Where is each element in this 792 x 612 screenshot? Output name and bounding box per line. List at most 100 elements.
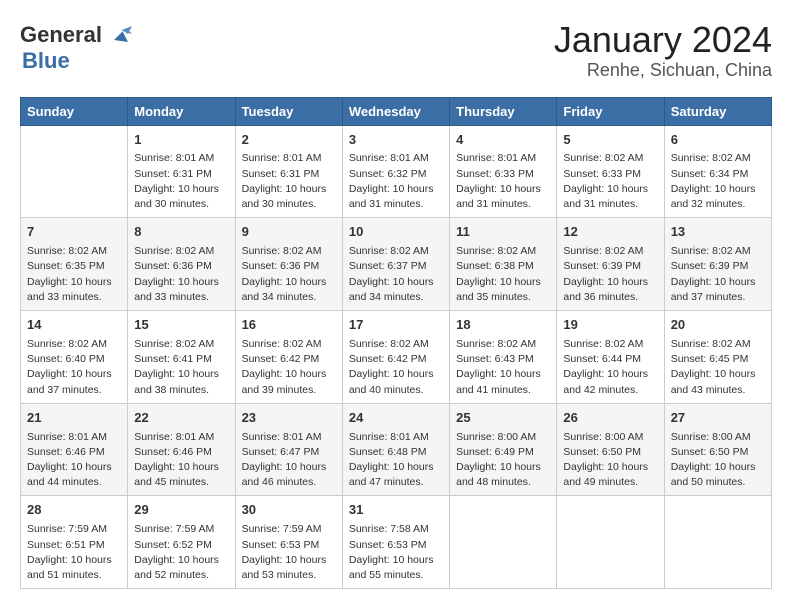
day-number: 10 — [349, 223, 443, 242]
day-number: 14 — [27, 316, 121, 335]
calendar-day-cell: 18 Sunrise: 8:02 AMSunset: 6:43 PMDayligh… — [450, 311, 557, 404]
day-number: 30 — [242, 501, 336, 520]
calendar-title: January 2024 Renhe, Sichuan, China — [554, 20, 772, 81]
day-info: Sunrise: 8:02 AMSunset: 6:37 PMDaylight:… — [349, 244, 443, 305]
day-number: 1 — [134, 131, 228, 150]
calendar-day-cell: 11 Sunrise: 8:02 AMSunset: 6:38 PMDayligh… — [450, 218, 557, 311]
day-number: 12 — [563, 223, 657, 242]
day-info: Sunrise: 8:02 AMSunset: 6:35 PMDaylight:… — [27, 244, 121, 305]
day-number: 26 — [563, 409, 657, 428]
day-number: 8 — [134, 223, 228, 242]
day-info: Sunrise: 8:02 AMSunset: 6:36 PMDaylight:… — [242, 244, 336, 305]
day-number: 15 — [134, 316, 228, 335]
day-info: Sunrise: 7:59 AMSunset: 6:52 PMDaylight:… — [134, 522, 228, 583]
calendar-day-cell: 30 Sunrise: 7:59 AMSunset: 6:53 PMDayligh… — [235, 496, 342, 589]
day-number: 28 — [27, 501, 121, 520]
calendar-day-cell: 19 Sunrise: 8:02 AMSunset: 6:44 PMDayligh… — [557, 311, 664, 404]
calendar-day-cell: 29 Sunrise: 7:59 AMSunset: 6:52 PMDayligh… — [128, 496, 235, 589]
day-info: Sunrise: 8:00 AMSunset: 6:50 PMDaylight:… — [563, 430, 657, 491]
calendar-day-cell — [557, 496, 664, 589]
calendar-week-row: 28Sunrise: 7:59 AMSunset: 6:51 PMDayligh… — [21, 496, 772, 589]
calendar-day-cell: 9 Sunrise: 8:02 AMSunset: 6:36 PMDaylight… — [235, 218, 342, 311]
day-info: Sunrise: 8:01 AMSunset: 6:33 PMDaylight:… — [456, 151, 550, 212]
day-number: 6 — [671, 131, 765, 150]
day-info: Sunrise: 8:01 AMSunset: 6:31 PMDaylight:… — [134, 151, 228, 212]
calendar-day-cell: 4Sunrise: 8:01 AMSunset: 6:33 PMDaylight… — [450, 125, 557, 218]
calendar-day-cell: 23 Sunrise: 8:01 AMSunset: 6:47 PMDayligh… — [235, 403, 342, 496]
day-info: Sunrise: 8:02 AMSunset: 6:42 PMDaylight:… — [242, 337, 336, 398]
calendar-day-cell: 24Sunrise: 8:01 AMSunset: 6:48 PMDayligh… — [342, 403, 449, 496]
day-number: 9 — [242, 223, 336, 242]
weekday-header-thursday: Thursday — [450, 97, 557, 125]
day-info: Sunrise: 8:02 AMSunset: 6:41 PMDaylight:… — [134, 337, 228, 398]
day-info: Sunrise: 8:02 AMSunset: 6:36 PMDaylight:… — [134, 244, 228, 305]
day-number: 25 — [456, 409, 550, 428]
calendar-day-cell: 17 Sunrise: 8:02 AMSunset: 6:42 PMDayligh… — [342, 311, 449, 404]
location: Renhe, Sichuan, China — [554, 60, 772, 81]
logo-general: General — [20, 24, 102, 46]
calendar-day-cell: 5Sunrise: 8:02 AMSunset: 6:33 PMDaylight… — [557, 125, 664, 218]
day-number: 4 — [456, 131, 550, 150]
day-info: Sunrise: 8:01 AMSunset: 6:47 PMDaylight:… — [242, 430, 336, 491]
calendar-day-cell: 15 Sunrise: 8:02 AMSunset: 6:41 PMDayligh… — [128, 311, 235, 404]
day-number: 2 — [242, 131, 336, 150]
day-info: Sunrise: 8:01 AMSunset: 6:48 PMDaylight:… — [349, 430, 443, 491]
calendar-day-cell: 28Sunrise: 7:59 AMSunset: 6:51 PMDayligh… — [21, 496, 128, 589]
day-number: 31 — [349, 501, 443, 520]
calendar-day-cell: 6Sunrise: 8:02 AMSunset: 6:34 PMDaylight… — [664, 125, 771, 218]
weekday-header-friday: Friday — [557, 97, 664, 125]
weekday-header-saturday: Saturday — [664, 97, 771, 125]
day-number: 17 — [349, 316, 443, 335]
calendar-day-cell: 1Sunrise: 8:01 AMSunset: 6:31 PMDaylight… — [128, 125, 235, 218]
day-info: Sunrise: 8:02 AMSunset: 6:39 PMDaylight:… — [671, 244, 765, 305]
day-info: Sunrise: 8:02 AMSunset: 6:43 PMDaylight:… — [456, 337, 550, 398]
weekday-header-tuesday: Tuesday — [235, 97, 342, 125]
calendar-day-cell — [450, 496, 557, 589]
day-number: 11 — [456, 223, 550, 242]
calendar-day-cell: 14Sunrise: 8:02 AMSunset: 6:40 PMDayligh… — [21, 311, 128, 404]
day-number: 7 — [27, 223, 121, 242]
day-info: Sunrise: 8:02 AMSunset: 6:38 PMDaylight:… — [456, 244, 550, 305]
calendar-day-cell: 8 Sunrise: 8:02 AMSunset: 6:36 PMDaylight… — [128, 218, 235, 311]
calendar-day-cell: 31 Sunrise: 7:58 AMSunset: 6:53 PMDayligh… — [342, 496, 449, 589]
weekday-header-monday: Monday — [128, 97, 235, 125]
day-info: Sunrise: 8:02 AMSunset: 6:44 PMDaylight:… — [563, 337, 657, 398]
calendar-table: SundayMondayTuesdayWednesdayThursdayFrid… — [20, 97, 772, 590]
calendar-day-cell: 22 Sunrise: 8:01 AMSunset: 6:46 PMDayligh… — [128, 403, 235, 496]
calendar-week-row: 7 Sunrise: 8:02 AMSunset: 6:35 PMDaylight… — [21, 218, 772, 311]
calendar-day-cell — [664, 496, 771, 589]
calendar-day-cell: 7 Sunrise: 8:02 AMSunset: 6:35 PMDaylight… — [21, 218, 128, 311]
day-info: Sunrise: 8:01 AMSunset: 6:31 PMDaylight:… — [242, 151, 336, 212]
month-year: January 2024 — [554, 20, 772, 60]
day-info: Sunrise: 8:00 AMSunset: 6:49 PMDaylight:… — [456, 430, 550, 491]
day-info: Sunrise: 8:02 AMSunset: 6:42 PMDaylight:… — [349, 337, 443, 398]
calendar-week-row: 14Sunrise: 8:02 AMSunset: 6:40 PMDayligh… — [21, 311, 772, 404]
day-number: 21 — [27, 409, 121, 428]
day-info: Sunrise: 8:02 AMSunset: 6:33 PMDaylight:… — [563, 151, 657, 212]
day-number: 22 — [134, 409, 228, 428]
logo-bird-icon — [104, 20, 134, 50]
calendar-day-cell: 3Sunrise: 8:01 AMSunset: 6:32 PMDaylight… — [342, 125, 449, 218]
day-info: Sunrise: 8:01 AMSunset: 6:46 PMDaylight:… — [134, 430, 228, 491]
calendar-day-cell: 16Sunrise: 8:02 AMSunset: 6:42 PMDayligh… — [235, 311, 342, 404]
weekday-header-row: SundayMondayTuesdayWednesdayThursdayFrid… — [21, 97, 772, 125]
calendar-day-cell: 10 Sunrise: 8:02 AMSunset: 6:37 PMDayligh… — [342, 218, 449, 311]
day-number: 23 — [242, 409, 336, 428]
day-number: 19 — [563, 316, 657, 335]
day-number: 27 — [671, 409, 765, 428]
day-info: Sunrise: 7:58 AMSunset: 6:53 PMDaylight:… — [349, 522, 443, 583]
day-number: 18 — [456, 316, 550, 335]
day-info: Sunrise: 8:00 AMSunset: 6:50 PMDaylight:… — [671, 430, 765, 491]
weekday-header-wednesday: Wednesday — [342, 97, 449, 125]
calendar-day-cell: 26 Sunrise: 8:00 AMSunset: 6:50 PMDayligh… — [557, 403, 664, 496]
day-info: Sunrise: 8:02 AMSunset: 6:45 PMDaylight:… — [671, 337, 765, 398]
day-number: 29 — [134, 501, 228, 520]
calendar-day-cell: 25 Sunrise: 8:00 AMSunset: 6:49 PMDayligh… — [450, 403, 557, 496]
calendar-day-cell: 13Sunrise: 8:02 AMSunset: 6:39 PMDayligh… — [664, 218, 771, 311]
day-number: 3 — [349, 131, 443, 150]
day-info: Sunrise: 8:01 AMSunset: 6:32 PMDaylight:… — [349, 151, 443, 212]
calendar-day-cell: 2Sunrise: 8:01 AMSunset: 6:31 PMDaylight… — [235, 125, 342, 218]
weekday-header-sunday: Sunday — [21, 97, 128, 125]
day-info: Sunrise: 7:59 AMSunset: 6:53 PMDaylight:… — [242, 522, 336, 583]
day-info: Sunrise: 8:02 AMSunset: 6:39 PMDaylight:… — [563, 244, 657, 305]
